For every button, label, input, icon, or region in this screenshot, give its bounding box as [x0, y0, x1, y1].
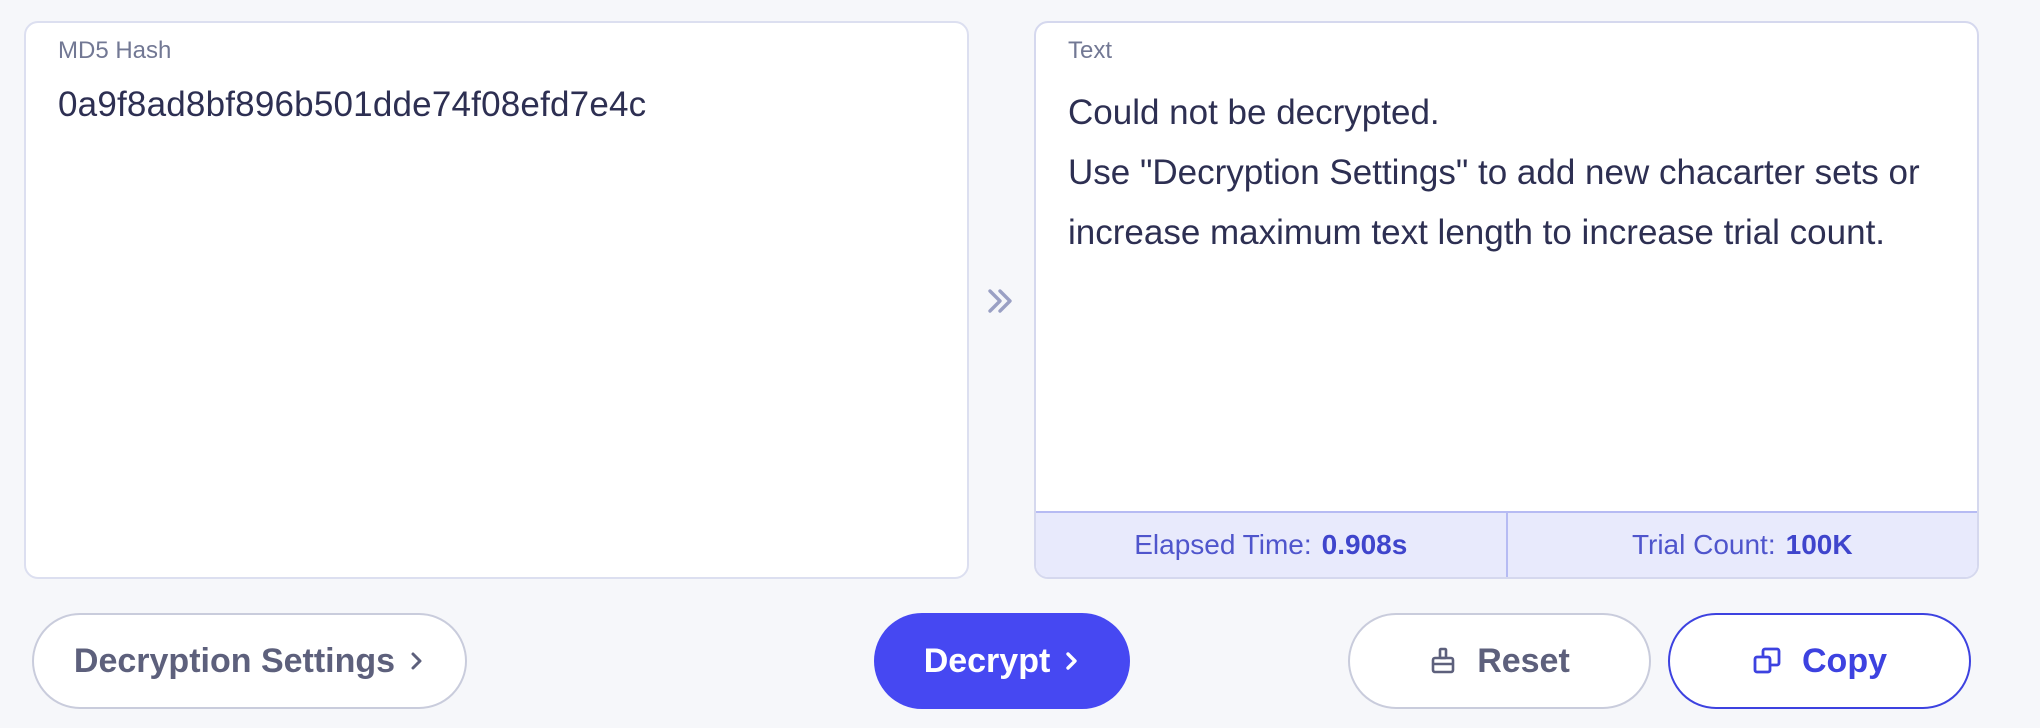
copy-button[interactable]: Copy — [1668, 613, 1971, 709]
hash-input-label: MD5 Hash — [58, 37, 172, 64]
copy-icon — [1752, 646, 1782, 676]
stats-bar: Elapsed Time: 0.908s Trial Count: 100K — [1036, 511, 1977, 577]
output-line: Use "Decryption Settings" to add new cha… — [1068, 153, 1920, 192]
reset-label: Reset — [1477, 641, 1570, 680]
md5-decrypt-tool: MD5 Hash 0a9f8ad8bf896b501dde74f08efd7e4… — [0, 0, 2040, 728]
chevron-right-icon — [1064, 649, 1080, 673]
output-line: increase maximum text length to increase… — [1068, 213, 1886, 252]
elapsed-time-value: 0.908s — [1321, 529, 1408, 560]
decrypt-button[interactable]: Decrypt — [874, 613, 1130, 709]
trial-count-value: 100K — [1785, 529, 1853, 560]
hash-input-panel[interactable]: MD5 Hash 0a9f8ad8bf896b501dde74f08efd7e4… — [24, 21, 969, 579]
text-output-panel: Text Could not be decrypted. Use "Decryp… — [1034, 21, 1979, 579]
chevron-right-icon — [409, 650, 425, 672]
hash-input-field[interactable]: 0a9f8ad8bf896b501dde74f08efd7e4c — [58, 85, 646, 125]
eraser-icon — [1429, 646, 1457, 676]
decrypt-label: Decrypt — [923, 641, 1051, 680]
text-output-label: Text — [1068, 37, 1113, 64]
trial-count-label: Trial Count: — [1631, 529, 1776, 560]
text-output-message: Could not be decrypted. Use "Decryption … — [1068, 83, 1937, 263]
decryption-settings-label: Decryption Settings — [73, 641, 396, 680]
elapsed-time-label: Elapsed Time: — [1134, 529, 1312, 560]
output-line: Could not be decrypted. — [1068, 93, 1440, 132]
elapsed-time-stat: Elapsed Time: 0.908s — [1036, 513, 1506, 577]
trial-count-stat: Trial Count: 100K — [1505, 513, 1978, 577]
reset-button[interactable]: Reset — [1348, 613, 1651, 709]
double-chevron-right-icon — [984, 284, 1018, 318]
decryption-settings-button[interactable]: Decryption Settings — [32, 613, 467, 709]
copy-label: Copy — [1802, 641, 1887, 680]
